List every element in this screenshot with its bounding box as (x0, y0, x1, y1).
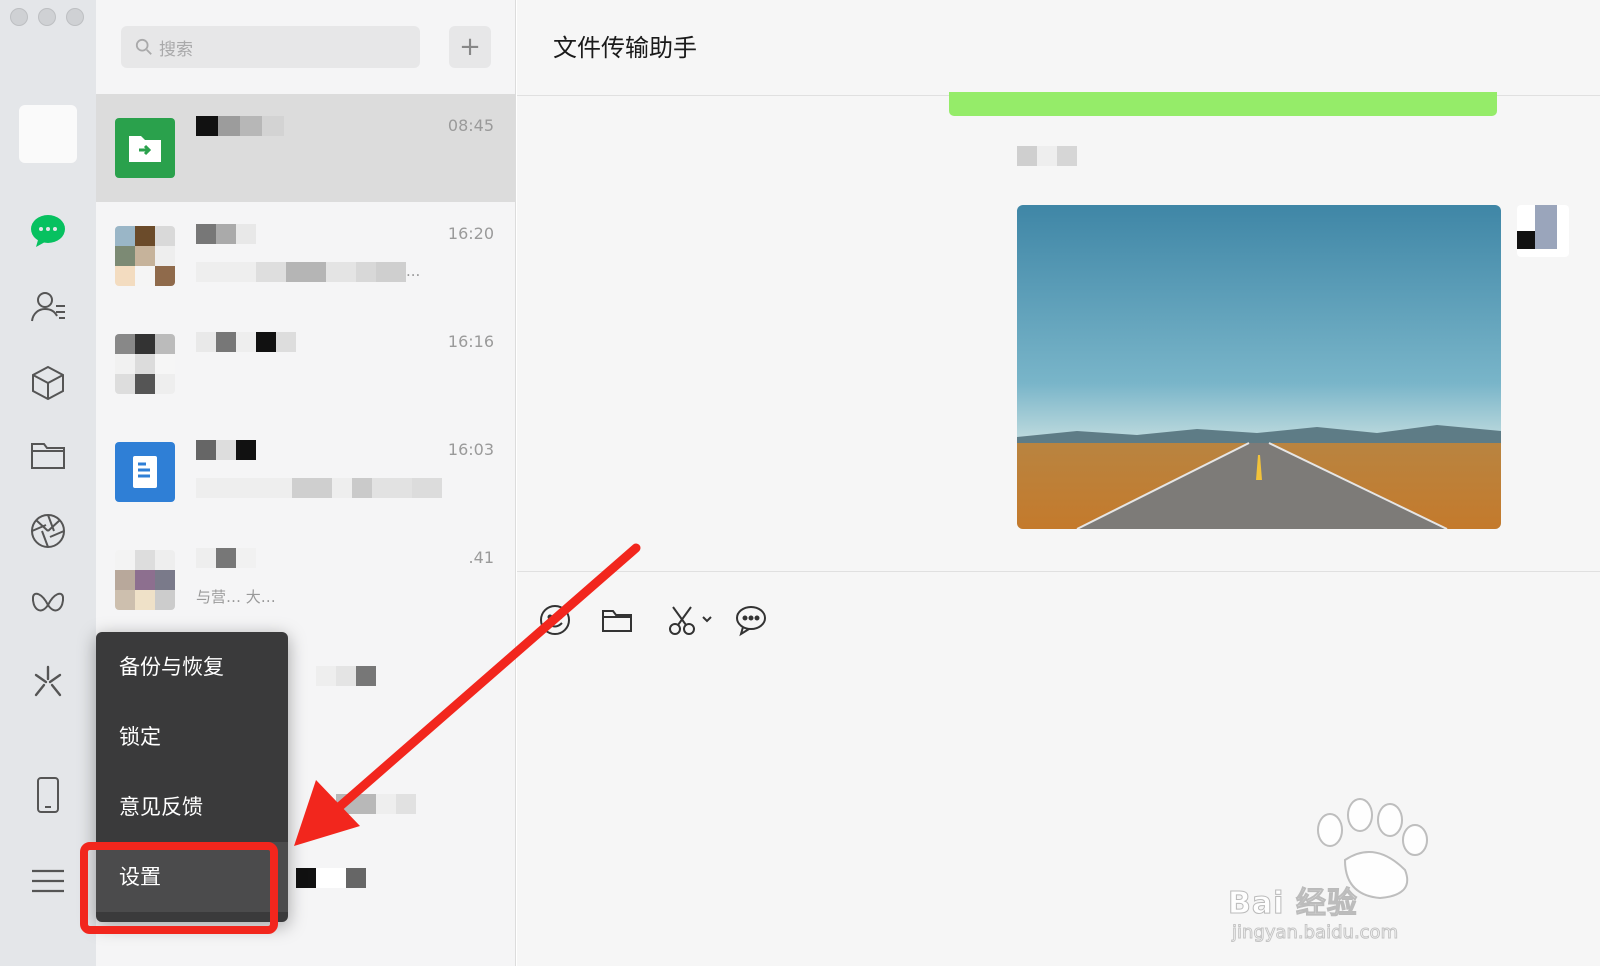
chat-item[interactable]: .41 与营… 大… (96, 526, 516, 634)
files-icon[interactable] (23, 430, 73, 480)
chat-name-pixelated (196, 332, 436, 354)
sender-name-pixelated (1017, 146, 1077, 166)
chat-title: 文件传输助手 (553, 34, 697, 62)
chat-name-pixelated (196, 440, 376, 462)
wechat-window: 搜索 + 08:45 16:20 ... 16:16 16:03 .41 与营…… (0, 0, 1600, 966)
chat-icon[interactable] (23, 206, 73, 256)
chat-name-pixelated (196, 116, 376, 138)
folder-transfer-icon (115, 118, 175, 178)
chat-name-pixelated (196, 548, 376, 570)
chat-item[interactable]: 16:16 (96, 310, 516, 418)
chat-name-pixelated (316, 666, 516, 688)
comment-icon[interactable] (731, 600, 771, 640)
menu-icon[interactable] (23, 856, 73, 906)
search-placeholder: 搜索 (159, 39, 193, 60)
add-chat-button[interactable]: + (449, 26, 491, 68)
chat-avatar (115, 226, 175, 286)
chat-avatar (115, 550, 175, 610)
favorites-icon[interactable] (23, 358, 73, 408)
document-icon (115, 442, 175, 502)
chat-time: 16:16 (447, 332, 494, 351)
folder-icon[interactable] (597, 600, 637, 640)
chat-preview-pixelated (196, 478, 496, 500)
phone-icon[interactable] (23, 770, 73, 820)
watermark-brand: Bai 经验 (1228, 886, 1358, 922)
side-nav (0, 0, 96, 966)
highlight-box (80, 842, 278, 934)
menu-item-backup-restore[interactable]: 备份与恢复 (96, 632, 288, 702)
chat-time: 16:20 (447, 224, 494, 243)
chat-header: 文件传输助手 (517, 0, 1600, 96)
user-avatar[interactable] (19, 105, 77, 163)
menu-item-lock[interactable]: 锁定 (96, 702, 288, 772)
sent-message-bubble[interactable] (949, 92, 1497, 116)
chat-preview-pixelated: ... (196, 262, 496, 284)
emoji-icon[interactable] (535, 600, 575, 640)
contacts-icon[interactable] (23, 282, 73, 332)
moments-icon[interactable] (23, 506, 73, 556)
chat-name-pixelated (196, 224, 376, 246)
scissors-icon[interactable] (663, 600, 719, 640)
miniprogram-icon[interactable] (23, 656, 73, 706)
chat-preview: 与营… 大… (196, 588, 276, 606)
sent-image[interactable] (1017, 205, 1501, 529)
search-icon (135, 38, 152, 55)
chat-time: 16:03 (447, 440, 494, 459)
chat-item[interactable]: 16:03 (96, 418, 516, 526)
chat-name-pixelated (296, 868, 496, 890)
chat-item-file-transfer[interactable]: 08:45 (96, 94, 516, 202)
search-box[interactable]: 搜索 (121, 26, 420, 68)
chat-preview-pixelated (336, 794, 536, 816)
zoom-window-button[interactable] (66, 8, 84, 26)
chat-avatar (115, 334, 175, 394)
chat-time: 08:45 (447, 116, 494, 135)
watermark-url: jingyan.baidu.com (1231, 922, 1399, 944)
close-window-button[interactable] (10, 8, 28, 26)
chat-time: .41 (468, 548, 494, 567)
minimize-window-button[interactable] (38, 8, 56, 26)
menu-item-feedback[interactable]: 意见反馈 (96, 772, 288, 842)
self-avatar[interactable] (1517, 205, 1569, 257)
chat-item[interactable]: 16:20 ... (96, 202, 516, 310)
channels-icon[interactable] (23, 580, 73, 630)
